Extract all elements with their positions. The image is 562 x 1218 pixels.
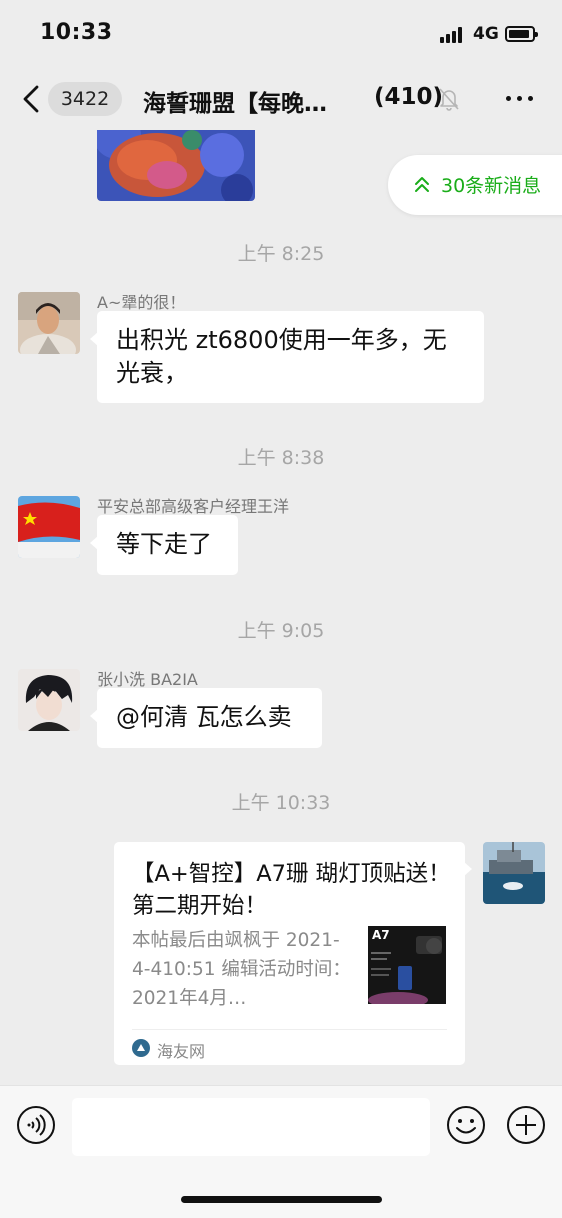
home-indicator [181, 1196, 382, 1203]
new-messages-button[interactable]: 30条新消息 [388, 155, 562, 215]
link-card-thumbnail: A7 [368, 926, 446, 1004]
new-messages-label: 30条新消息 [441, 175, 542, 197]
voice-button[interactable] [16, 1105, 56, 1145]
source-logo-icon [132, 1039, 150, 1057]
timestamp: 上午 10:33 [231, 792, 331, 814]
avatar[interactable] [18, 496, 80, 558]
thumb-label: A7 [372, 928, 390, 942]
message-input[interactable] [72, 1098, 430, 1156]
message-bubble[interactable]: 出积光 zt6800使用一年多，无光衰， [90, 311, 484, 403]
coral-image[interactable] [97, 130, 255, 201]
status-time: 10:33 [40, 20, 113, 45]
unread-count-badge[interactable]: 3422 [48, 82, 122, 116]
link-card-description: 本帖最后由飒枫于 2021-4-410:51 编辑活动时间：2021年4月… [132, 930, 351, 1009]
more-button[interactable] [500, 88, 540, 110]
link-card-title: 【A+智控】A7珊 瑚灯顶贴送！第二期开始！ [132, 861, 451, 919]
network-type: 4G [473, 24, 499, 44]
timestamp: 上午 9:05 [237, 620, 325, 642]
message-bubble[interactable]: 等下走了 [90, 515, 238, 575]
timestamp: 上午 8:25 [237, 243, 325, 265]
emoji-icon [447, 1106, 485, 1144]
avatar[interactable] [18, 669, 80, 731]
emoji-button[interactable] [446, 1105, 486, 1145]
back-button[interactable] [18, 84, 48, 114]
link-card-source: 海友网 [157, 1042, 206, 1061]
battery-icon [505, 26, 538, 42]
chat-title: 海誓珊盟【每晚… [143, 91, 327, 117]
sender-name: 张小洗 BA2IA [97, 670, 198, 689]
signal-icon [440, 27, 466, 43]
message-bubble[interactable]: @何清 瓦怎么卖 [90, 688, 322, 748]
member-count: (410) [374, 84, 444, 110]
plus-button[interactable] [506, 1105, 546, 1145]
plus-icon [507, 1106, 545, 1144]
avatar[interactable] [483, 842, 545, 904]
status-bar: 10:33 4G [0, 0, 562, 70]
voice-icon [17, 1106, 55, 1144]
sender-name: 平安总部高级客户经理王洋 [97, 497, 290, 516]
avatar[interactable] [18, 292, 80, 354]
chat-messages[interactable]: 30条新消息 上午 8:25 A~犟的很！ 出积光 zt6800使用一年多，无光… [0, 130, 562, 1085]
link-card[interactable]: 【A+智控】A7珊 瑚灯顶贴送！第二期开始！ 本帖最后由飒枫于 2021-4-4… [114, 842, 472, 1065]
double-chevron-up-icon [415, 177, 429, 192]
bell-slash-icon [438, 87, 460, 111]
divider [132, 1029, 447, 1030]
chat-header: 3422 海誓珊盟【每晚… (410) [0, 70, 562, 130]
timestamp: 上午 8:38 [237, 447, 325, 469]
sender-name: A~犟的很！ [97, 293, 186, 312]
chevron-left-icon [23, 85, 39, 113]
